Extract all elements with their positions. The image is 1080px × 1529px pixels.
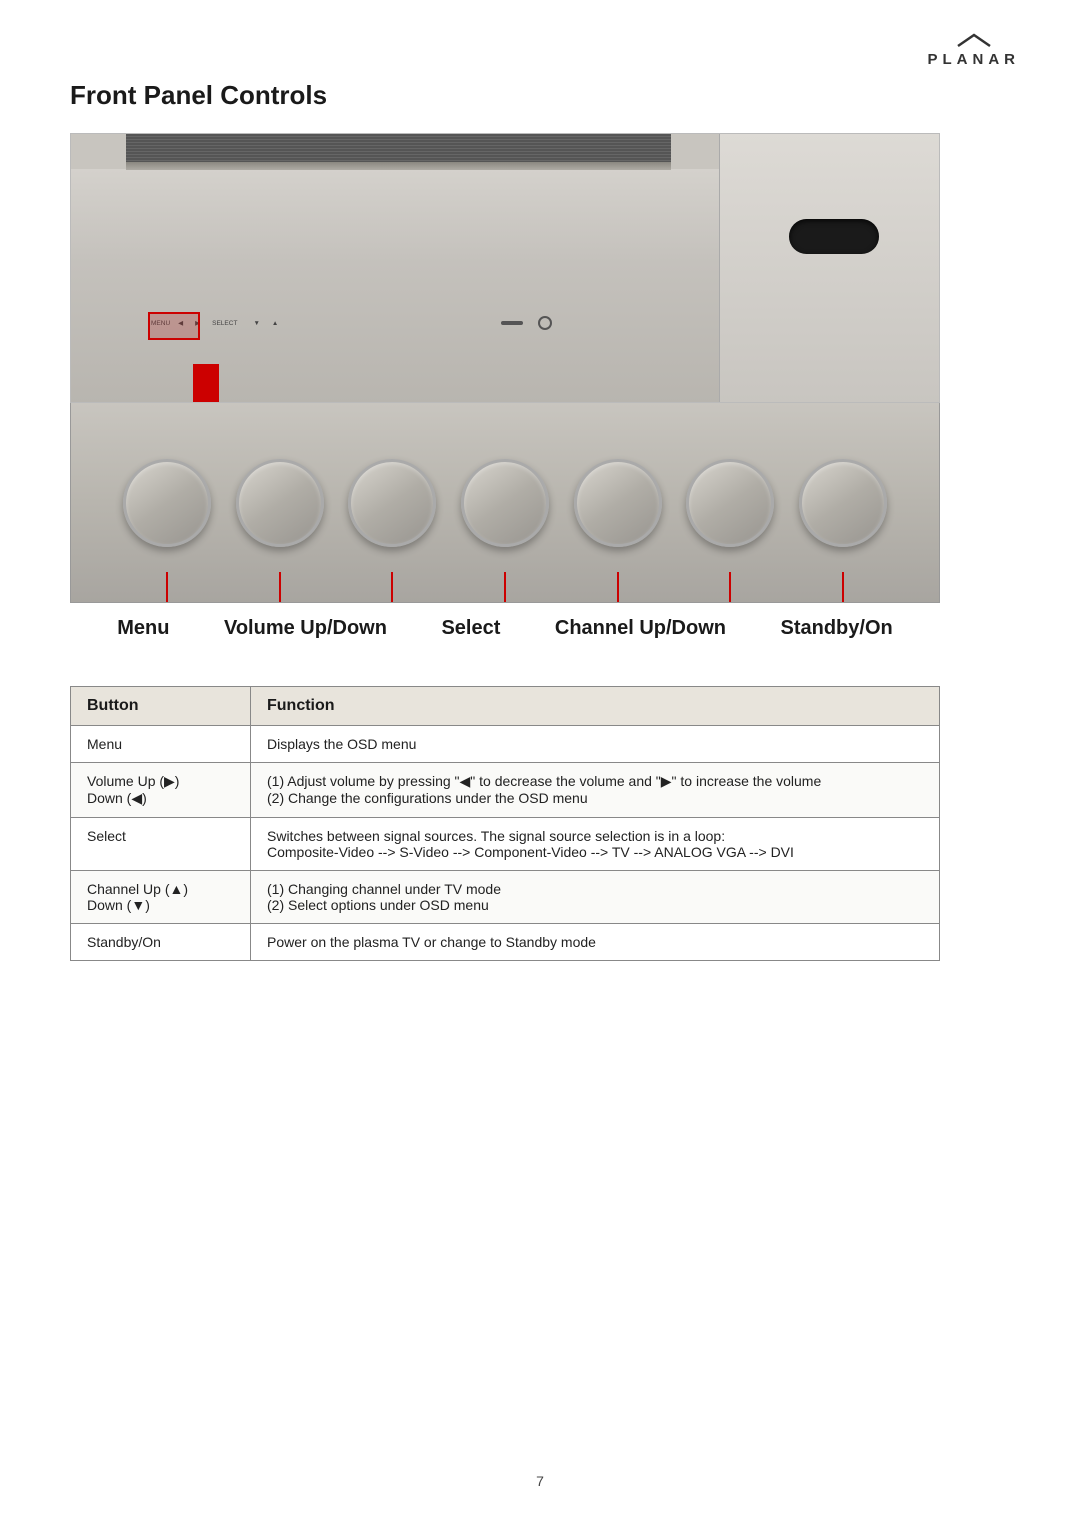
table-row-function-3: (1) Changing channel under TV mode (2) S… xyxy=(251,871,940,924)
table-row-button-1: Volume Up (▶) Down (◀) xyxy=(71,763,251,818)
ir-receiver xyxy=(789,219,879,254)
table-row-function-0: Displays the OSD menu xyxy=(251,726,940,763)
label-volume: Volume Up/Down xyxy=(224,617,387,640)
line-7 xyxy=(842,572,844,602)
page-number: 7 xyxy=(536,1473,544,1489)
logo-text: PLANAR xyxy=(928,51,1021,68)
line-5 xyxy=(617,572,619,602)
line-4 xyxy=(504,572,506,602)
power-btn-area xyxy=(501,316,552,330)
col-header-function: Function xyxy=(251,687,940,726)
panel-btn-6 xyxy=(686,459,774,547)
line-2 xyxy=(279,572,281,602)
label-channel: Channel Up/Down xyxy=(555,617,726,640)
table-row-button-3: Channel Up (▲) Down (▼) xyxy=(71,871,251,924)
table-row-function-2: Switches between signal sources. The sig… xyxy=(251,818,940,871)
red-arrow xyxy=(179,364,233,403)
device-photo: MENU ◀ ▶ SELECT ▼ ▲ xyxy=(70,133,940,403)
label-standby: Standby/On xyxy=(780,617,892,640)
device-select-label: SELECT xyxy=(212,320,237,327)
line-3 xyxy=(391,572,393,602)
line-6 xyxy=(729,572,731,602)
logo-area: PLANAR xyxy=(928,32,1021,68)
device-up-label: ▲ xyxy=(272,320,278,327)
line-1 xyxy=(166,572,168,602)
table-row-function-4: Power on the plasma TV or change to Stan… xyxy=(251,924,940,961)
col-header-button: Button xyxy=(71,687,251,726)
table-row-button-4: Standby/On xyxy=(71,924,251,961)
red-highlight-box xyxy=(148,312,200,340)
table-row-function-1: (1) Adjust volume by pressing "◀" to dec… xyxy=(251,763,940,818)
panel-btn-1 xyxy=(123,459,211,547)
zoomed-panel xyxy=(70,403,940,603)
label-select: Select xyxy=(441,617,500,640)
indicator-lines xyxy=(71,572,939,602)
page-title: Front Panel Controls xyxy=(70,80,1010,111)
panel-btn-2 xyxy=(236,459,324,547)
button-labels-row: Menu Volume Up/Down Select Channel Up/Do… xyxy=(70,603,940,666)
table-row-button-2: Select xyxy=(71,818,251,871)
panel-btn-5 xyxy=(574,459,662,547)
table-row-button-0: Menu xyxy=(71,726,251,763)
label-menu: Menu xyxy=(117,617,169,640)
function-table: Button Function MenuDisplays the OSD men… xyxy=(70,686,940,961)
panel-btn-3 xyxy=(348,459,436,547)
panel-btn-4 xyxy=(461,459,549,547)
logo-chevron xyxy=(954,32,994,51)
panel-btn-7 xyxy=(799,459,887,547)
device-down-label: ▼ xyxy=(253,320,259,327)
